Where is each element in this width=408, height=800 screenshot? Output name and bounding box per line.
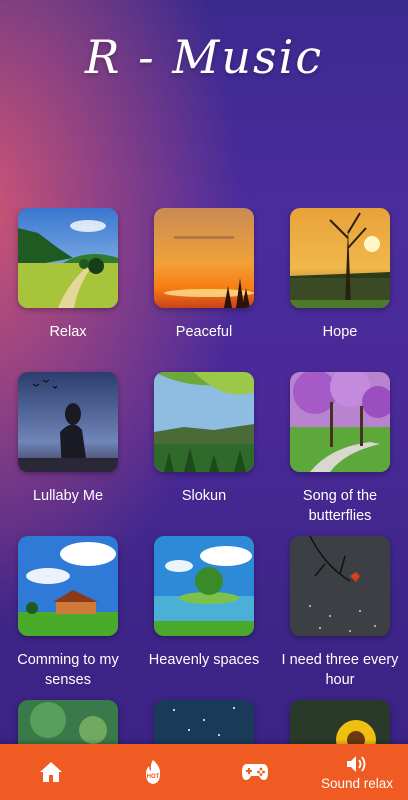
sound-card-song-of-the-butterflies[interactable]: Song of the butterflies — [290, 372, 390, 524]
app-title: R - Music — [84, 30, 324, 84]
speaker-icon — [347, 755, 366, 772]
sound-thumbnail[interactable] — [154, 700, 254, 748]
sound-thumbnail[interactable] — [18, 372, 118, 472]
sound-thumbnail[interactable] — [18, 208, 118, 308]
nav-home[interactable] — [0, 744, 102, 800]
sound-card-relax[interactable]: Relax — [18, 208, 118, 340]
nav-label: Sound relax — [320, 775, 394, 791]
sound-label: Peaceful — [175, 324, 233, 340]
sound-card-hope[interactable]: Hope — [290, 208, 390, 340]
sound-label: Hope — [322, 324, 358, 340]
gamepad-icon — [242, 764, 268, 780]
bottom-navigation: HOT Sound relax — [0, 744, 408, 800]
sound-thumbnail[interactable] — [18, 700, 118, 748]
sound-thumbnail[interactable] — [290, 208, 390, 308]
sound-card-i-need-three-every-hour[interactable]: I need three every hour — [282, 536, 398, 688]
sound-card-slokun[interactable]: Slokun — [154, 372, 254, 504]
sound-label: Comming to my senses — [17, 652, 119, 688]
sound-thumbnail[interactable] — [290, 700, 390, 748]
sound-card-green-bokeh[interactable] — [18, 700, 118, 748]
sound-thumbnail[interactable] — [290, 536, 390, 636]
sound-card-peaceful[interactable]: Peaceful — [154, 208, 254, 340]
sound-label: Slokun — [181, 488, 227, 504]
sound-card-starry-night[interactable] — [154, 700, 254, 748]
nav-hot[interactable]: HOT — [102, 744, 204, 800]
sound-card-heavenly-spaces[interactable]: Heavenly spaces — [149, 536, 259, 668]
sound-label: I need three every hour — [281, 652, 399, 688]
sound-card-sunflower[interactable] — [290, 700, 390, 748]
svg-text:HOT: HOT — [147, 774, 160, 780]
sound-thumbnail[interactable] — [154, 372, 254, 472]
sound-label: Lullaby Me — [32, 488, 104, 504]
nav-games[interactable] — [204, 744, 306, 800]
sound-label: Song of the butterflies — [302, 488, 378, 524]
sound-label: Heavenly spaces — [148, 652, 260, 668]
sound-card-lullaby-me[interactable]: Lullaby Me — [18, 372, 118, 504]
sound-card-comming-to-my-senses[interactable]: Comming to my senses — [17, 536, 119, 688]
home-icon — [40, 762, 62, 782]
sound-grid: Relax Peaceful Hope Lullaby Me Slokun So… — [0, 208, 408, 748]
sound-thumbnail[interactable] — [18, 536, 118, 636]
hot-icon: HOT — [146, 760, 161, 784]
nav-sound-relax[interactable]: Sound relax — [306, 744, 408, 800]
sound-thumbnail[interactable] — [290, 372, 390, 472]
sound-thumbnail[interactable] — [154, 208, 254, 308]
sound-label: Relax — [49, 324, 87, 340]
sound-thumbnail[interactable] — [154, 536, 254, 636]
